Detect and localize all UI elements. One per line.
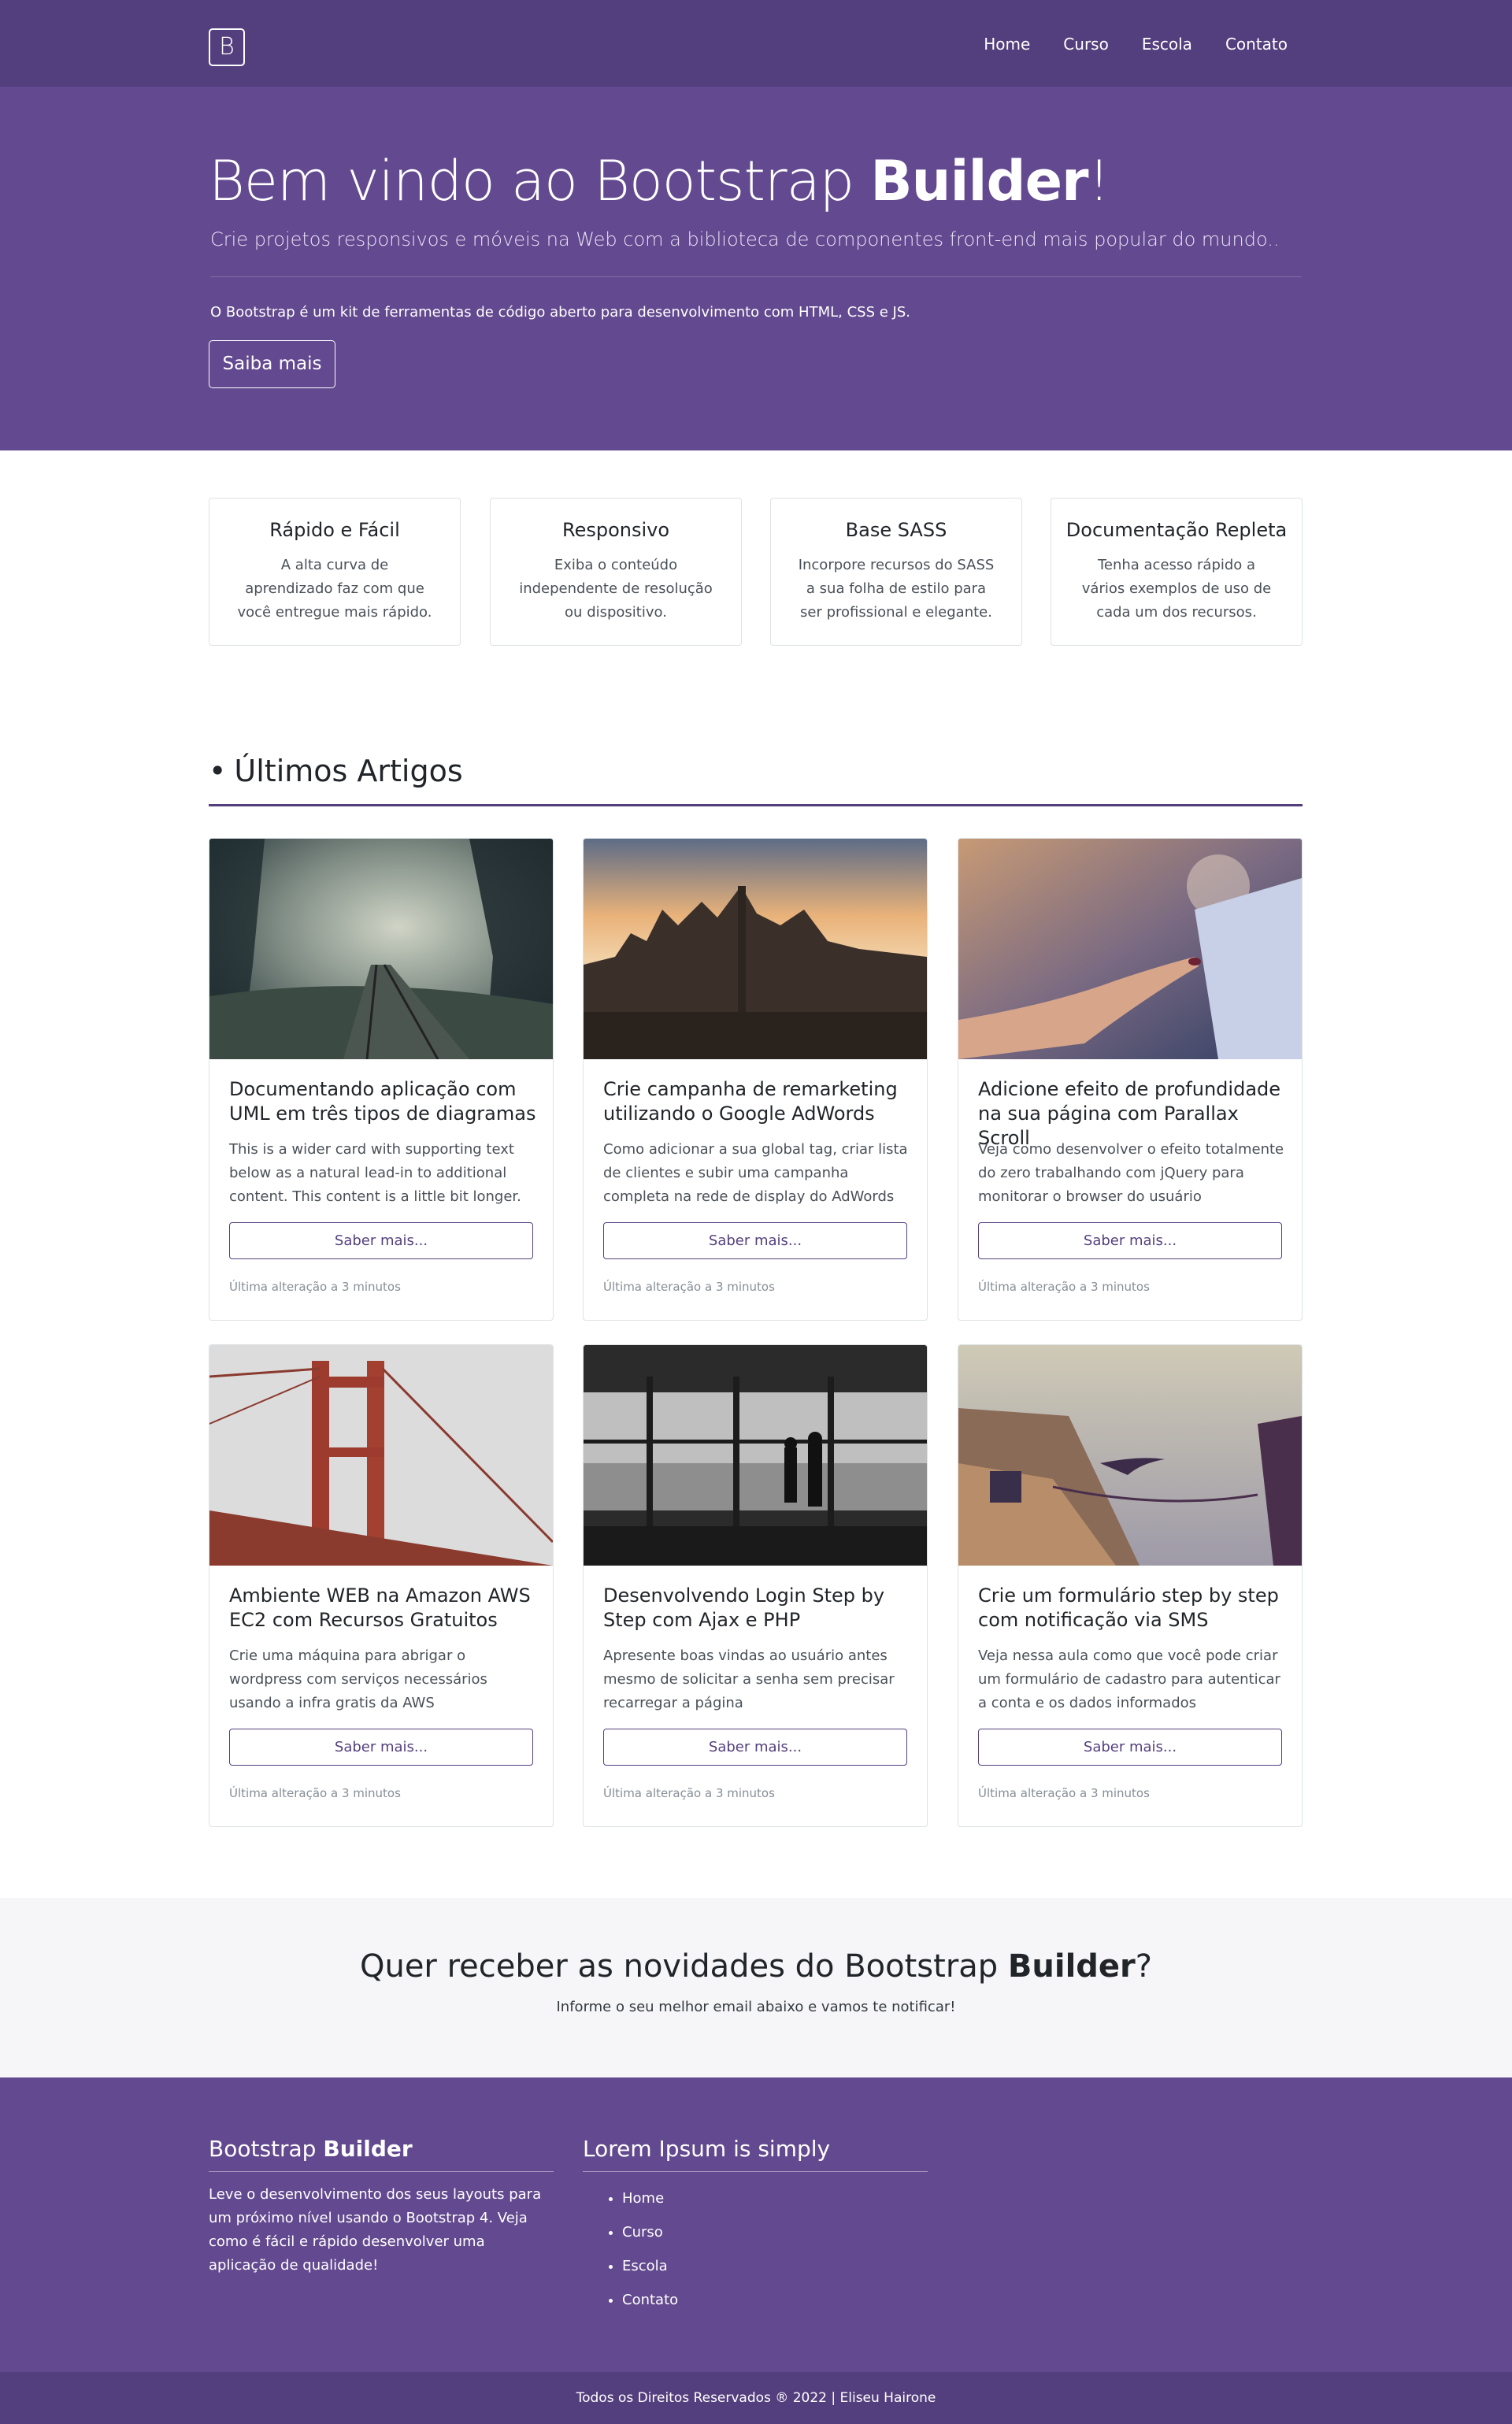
hero: Bem vindo ao Bootstrap Builder! Crie pro…	[0, 87, 1512, 450]
article-card: Documentando aplicação com UML em três t…	[209, 838, 554, 1321]
feature-text: Exiba o conteúdo independente de resoluç…	[519, 557, 713, 621]
article-card: Adicione efeito de profundidade na sua p…	[958, 838, 1303, 1321]
article-image-boat[interactable]	[958, 1345, 1302, 1566]
footer-links-title: Lorem Ipsum is simply	[583, 2136, 928, 2172]
article-meta: Última alteração a 3 minutos	[603, 1280, 775, 1294]
article-meta: Última alteração a 3 minutos	[603, 1786, 775, 1800]
article-text: Veja como desenvolver o efeito totalment…	[978, 1141, 1284, 1205]
article-card: Crie um formulário step by step com noti…	[958, 1344, 1303, 1827]
article-text: This is a wider card with supporting tex…	[229, 1141, 521, 1205]
footer-links: Lorem Ipsum is simply Home Curso Escola …	[583, 2136, 928, 2317]
article-title: Documentando aplicação com UML em três t…	[229, 1078, 536, 1125]
newsletter-title: Quer receber as novidades do Bootstrap B…	[0, 1948, 1512, 1985]
hero-title-prefix: Bem vindo ao Bootstrap	[209, 149, 871, 213]
article-image-bridge[interactable]	[209, 1345, 553, 1566]
newsletter-title-suffix: ?	[1135, 1948, 1153, 1985]
feature-card: Responsivo Exiba o conteúdo independente…	[490, 498, 742, 646]
footer-about: Bootstrap Builder Leve o desenvolvimento…	[209, 2136, 554, 2278]
nav-link-contato[interactable]: Contato	[1225, 32, 1288, 56]
footer-about-title-bold: Builder	[323, 2136, 413, 2162]
feature-title: Documentação Repleta	[1065, 519, 1288, 541]
footer-about-text: Leve o desenvolvimento dos seus layouts …	[209, 2186, 542, 2274]
saber-mais-button[interactable]: Saber mais...	[229, 1222, 533, 1259]
feature-title: Rápido e Fácil	[269, 519, 400, 541]
hero-title-bold: Builder	[870, 149, 1088, 213]
articles-divider	[209, 804, 1303, 806]
articles-title: • Últimos Artigos	[209, 754, 463, 788]
feature-title: Responsivo	[561, 519, 670, 541]
hero-title: Bem vindo ao Bootstrap Builder!	[209, 151, 1110, 212]
navbar: B Home Curso Escola Contato	[0, 0, 1512, 87]
footer-link-contato[interactable]: Contato	[622, 2283, 928, 2317]
footer-about-title: Bootstrap Builder	[209, 2136, 554, 2172]
saber-mais-button[interactable]: Saber mais...	[229, 1729, 533, 1766]
saber-mais-button[interactable]: Saber mais...	[978, 1729, 1282, 1766]
article-text: Como adicionar a sua global tag, criar l…	[603, 1141, 908, 1205]
newsletter-title-bold: Builder	[1007, 1948, 1136, 1985]
feature-card: Rápido e Fácil A alta curva de aprendiza…	[209, 498, 461, 646]
article-text: Apresente boas vindas ao usuário antes m…	[603, 1648, 895, 1711]
footer-links-list: Home Curso Escola Contato	[583, 2181, 928, 2317]
article-image-city[interactable]	[584, 839, 927, 1059]
article-image-tablet[interactable]	[958, 839, 1302, 1059]
article-text: Veja nessa aula como que você pode criar…	[978, 1648, 1280, 1711]
article-meta: Última alteração a 3 minutos	[978, 1280, 1150, 1294]
article-image-window[interactable]	[584, 1345, 927, 1566]
hero-title-suffix: !	[1088, 149, 1110, 213]
bullet-icon: •	[209, 754, 227, 788]
saber-mais-button[interactable]: Saber mais...	[603, 1222, 907, 1259]
brand-logo[interactable]: B	[209, 28, 245, 66]
footer-about-title-prefix: Bootstrap	[209, 2136, 324, 2162]
feature-text: Tenha acesso rápido a vários exemplos de…	[1081, 557, 1272, 621]
article-meta: Última alteração a 3 minutos	[229, 1786, 401, 1800]
saiba-mais-button[interactable]: Saiba mais	[209, 340, 335, 388]
feature-title: Base SASS	[845, 519, 947, 541]
article-card: Crie campanha de remarketing utilizando …	[583, 838, 928, 1321]
footer: Bootstrap Builder Leve o desenvolvimento…	[0, 2077, 1512, 2372]
hero-description: O Bootstrap é um kit de ferramentas de c…	[210, 304, 910, 321]
nav-link-curso[interactable]: Curso	[1063, 32, 1109, 56]
nav-link-escola[interactable]: Escola	[1142, 32, 1192, 56]
articles-title-text: Últimos Artigos	[234, 754, 463, 788]
hero-divider	[210, 276, 1302, 277]
article-text: Crie uma máquina para abrigar o wordpres…	[229, 1648, 487, 1711]
saber-mais-button[interactable]: Saber mais...	[978, 1222, 1282, 1259]
article-title: Crie um formulário step by step com noti…	[978, 1584, 1279, 1631]
newsletter-section: Quer receber as novidades do Bootstrap B…	[0, 1898, 1512, 2077]
article-card: Ambiente WEB na Amazon AWS EC2 com Recur…	[209, 1344, 554, 1827]
article-title: Ambiente WEB na Amazon AWS EC2 com Recur…	[229, 1584, 531, 1631]
article-title: Crie campanha de remarketing utilizando …	[603, 1078, 898, 1125]
saber-mais-button[interactable]: Saber mais...	[603, 1729, 907, 1766]
article-meta: Última alteração a 3 minutos	[229, 1280, 401, 1294]
copyright-bar: Todos os Direitos Reservados ® 2022 | El…	[0, 2372, 1512, 2424]
footer-link-home[interactable]: Home	[622, 2181, 928, 2215]
article-image-forest[interactable]	[209, 839, 553, 1059]
newsletter-title-prefix: Quer receber as novidades do Bootstrap	[359, 1948, 1008, 1985]
feature-text: A alta curva de aprendizado faz com que …	[237, 557, 432, 621]
article-title: Desenvolvendo Login Step by Step com Aja…	[603, 1584, 885, 1631]
footer-link-escola[interactable]: Escola	[622, 2249, 928, 2283]
hero-lead: Crie projetos responsivos e móveis na We…	[210, 228, 1280, 250]
feature-text: Incorpore recursos do SASS a sua folha d…	[798, 557, 995, 621]
nav-links: Home Curso Escola Contato	[951, 32, 1288, 56]
nav-link-home[interactable]: Home	[984, 32, 1030, 56]
feature-card: Documentação Repleta Tenha acesso rápido…	[1051, 498, 1303, 646]
article-card: Desenvolvendo Login Step by Step com Aja…	[583, 1344, 928, 1827]
feature-card: Base SASS Incorpore recursos do SASS a s…	[770, 498, 1022, 646]
footer-link-curso[interactable]: Curso	[622, 2215, 928, 2249]
newsletter-text: Informe o seu melhor email abaixo e vamo…	[556, 1999, 956, 2015]
article-meta: Última alteração a 3 minutos	[978, 1786, 1150, 1800]
